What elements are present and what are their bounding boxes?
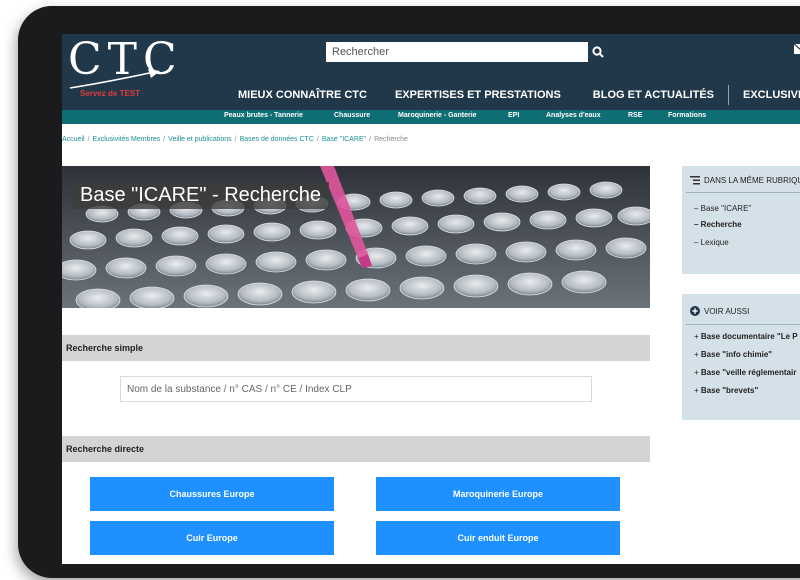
see-also-heading: VOIR AUSSI bbox=[704, 306, 750, 316]
sidebar-divider bbox=[686, 324, 800, 325]
subnav-item-formations[interactable]: Formations bbox=[668, 112, 706, 119]
page-banner: Base "ICARE" - Recherche bbox=[62, 166, 650, 308]
subnav-item-peaux[interactable]: Peaux brutes - Tannerie bbox=[224, 112, 303, 119]
subnav-item-rse[interactable]: RSE bbox=[628, 112, 642, 119]
nav-divider bbox=[728, 85, 729, 105]
browser-screen: CTC Servez de TEST MIEUX CONNAÎTRE bbox=[62, 34, 800, 564]
tablet-frame: CTC Servez de TEST MIEUX CONNAÎTRE bbox=[18, 6, 800, 578]
cuir-europe-button[interactable]: Cuir Europe bbox=[90, 521, 334, 555]
sidebar-item-label: Base "ICARE" bbox=[700, 204, 752, 213]
subnav-item-chaussure[interactable]: Chaussure bbox=[334, 112, 370, 119]
simple-search-header: Recherche simple bbox=[62, 335, 650, 361]
mail-icon[interactable] bbox=[794, 44, 800, 54]
search-icon bbox=[592, 46, 604, 58]
search-button[interactable] bbox=[588, 42, 608, 62]
sidebar-item-lexique[interactable]: – Lexique bbox=[694, 238, 729, 247]
subnav-item-epi[interactable]: EPI bbox=[508, 112, 519, 119]
nav-item-expertises[interactable]: EXPERTISES ET PRESTATIONS bbox=[395, 89, 561, 101]
logo-swoosh-icon bbox=[69, 69, 160, 89]
breadcrumb-current: Recherche bbox=[374, 136, 408, 143]
breadcrumb-item-accueil[interactable]: Accueil bbox=[62, 136, 85, 143]
see-also-item-veille[interactable]: + Base "veille réglementair bbox=[694, 368, 796, 377]
breadcrumb: Accueil / Exclusivités Membres / Veille et p… bbox=[62, 136, 408, 143]
nav-item-mieux-connaitre[interactable]: MIEUX CONNAÎTRE CTC bbox=[238, 89, 367, 101]
plus-circle-icon bbox=[690, 306, 700, 316]
subnav-item-analyses[interactable]: Analyses d'eaux bbox=[546, 112, 601, 119]
breadcrumb-item-exclusivites[interactable]: Exclusivités Membres bbox=[93, 136, 161, 143]
see-also-item-label: Base "brevets" bbox=[700, 386, 759, 395]
see-also-item-label: Base "veille réglementair bbox=[700, 368, 797, 377]
sidebar-divider bbox=[686, 192, 800, 193]
simple-search-heading: Recherche simple bbox=[66, 343, 144, 353]
sidebar-item-label: Lexique bbox=[700, 238, 729, 247]
site-header: CTC Servez de TEST MIEUX CONNAÎTRE bbox=[62, 34, 800, 110]
breadcrumb-item-icare[interactable]: Base "ICARE" bbox=[322, 136, 366, 143]
search-input[interactable] bbox=[326, 42, 588, 62]
logo-tagline: Servez de TEST bbox=[80, 89, 141, 98]
cuir-enduit-europe-button[interactable]: Cuir enduit Europe bbox=[376, 521, 620, 555]
subnav-item-maroquinerie[interactable]: Maroquinerie - Ganterie bbox=[398, 112, 477, 119]
nav-item-exclusivites[interactable]: EXCLUSIVITÉS MEMBRES bbox=[743, 89, 800, 101]
nav-item-blog[interactable]: BLOG ET ACTUALITÉS bbox=[593, 89, 714, 101]
sidebar-see-also: VOIR AUSSI + Base documentaire "Le P + B… bbox=[682, 294, 800, 420]
list-icon bbox=[690, 176, 700, 185]
sidebar-item-recherche[interactable]: – Recherche bbox=[694, 220, 742, 229]
sidebar-item-icare[interactable]: – Base "ICARE" bbox=[694, 204, 751, 213]
ctc-logo[interactable]: CTC Servez de TEST bbox=[64, 34, 177, 100]
see-also-item-documentaire[interactable]: + Base documentaire "Le P bbox=[694, 332, 798, 341]
page-title: Base "ICARE" - Recherche bbox=[72, 182, 329, 209]
substance-search-input[interactable] bbox=[120, 376, 592, 402]
see-also-item-info-chimie[interactable]: + Base "info chimie" bbox=[694, 350, 772, 359]
main-nav: MIEUX CONNAÎTRE CTC EXPERTISES ET PRESTA… bbox=[238, 84, 800, 106]
sub-nav: Peaux brutes - Tannerie Chaussure Maroqu… bbox=[62, 110, 800, 124]
see-also-header: VOIR AUSSI bbox=[690, 306, 749, 316]
see-also-item-brevets[interactable]: + Base "brevets" bbox=[694, 386, 758, 395]
sidebar-item-label: Recherche bbox=[700, 220, 742, 229]
see-also-item-label: Base "info chimie" bbox=[700, 350, 773, 359]
chaussures-europe-button[interactable]: Chaussures Europe bbox=[90, 477, 334, 511]
direct-search-heading: Recherche directe bbox=[66, 444, 145, 454]
same-section-header: DANS LA MÊME RUBRIQUE bbox=[690, 176, 800, 185]
breadcrumb-item-veille[interactable]: Veille et publications bbox=[168, 136, 231, 143]
maroquinerie-europe-button[interactable]: Maroquinerie Europe bbox=[376, 477, 620, 511]
direct-search-header: Recherche directe bbox=[62, 436, 650, 462]
see-also-item-label: Base documentaire "Le P bbox=[700, 332, 798, 341]
breadcrumb-item-bases[interactable]: Bases de données CTC bbox=[240, 136, 314, 143]
sidebar-same-section: DANS LA MÊME RUBRIQUE – Base "ICARE" – R… bbox=[682, 166, 800, 274]
same-section-heading: DANS LA MÊME RUBRIQUE bbox=[704, 176, 800, 185]
